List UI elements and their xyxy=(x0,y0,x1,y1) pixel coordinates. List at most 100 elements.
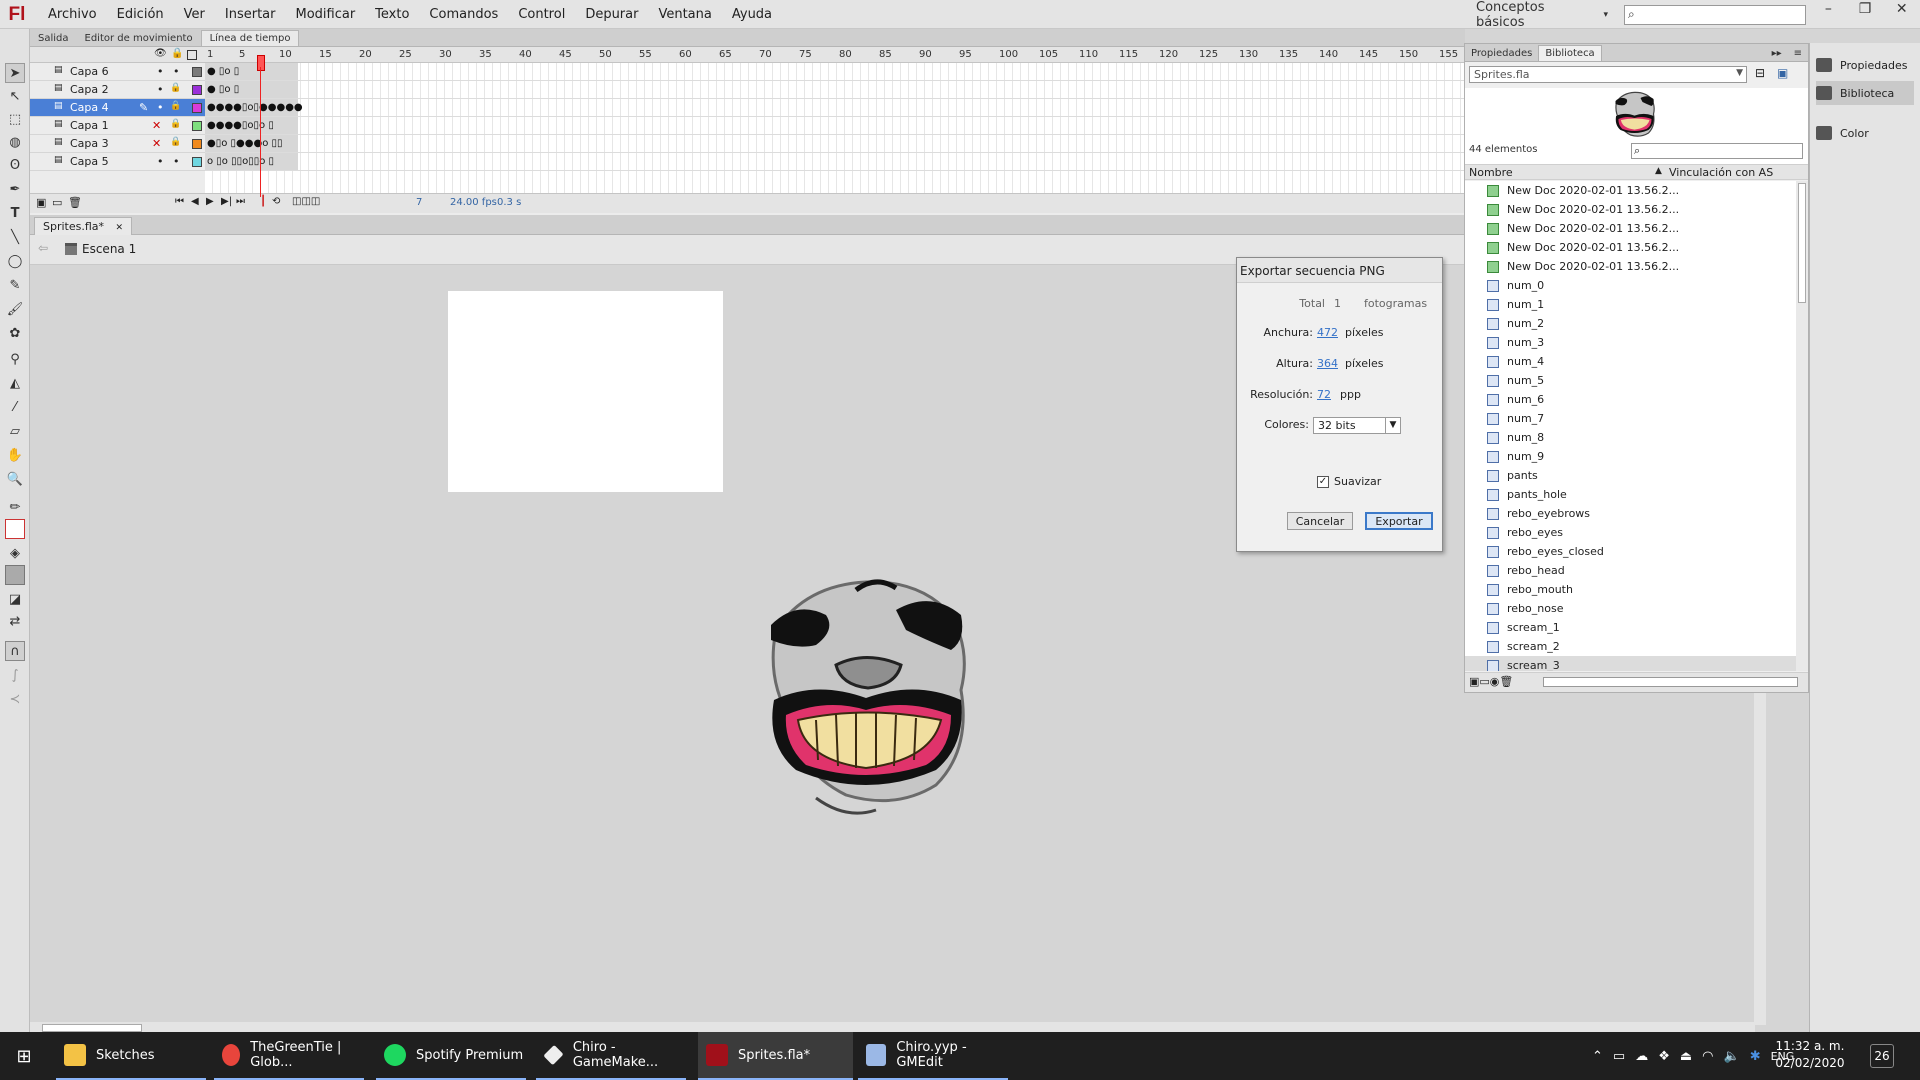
library-item[interactable]: pants xyxy=(1465,466,1796,485)
library-item[interactable]: scream_1 xyxy=(1465,618,1796,637)
smooth-checkbox[interactable]: ✓ xyxy=(1317,476,1329,488)
lock-icon[interactable]: 🔒 xyxy=(170,119,181,129)
library-item[interactable]: New Doc 2020-02-01 13.56.2... xyxy=(1465,238,1796,257)
new-library-icon[interactable]: ▣ xyxy=(1777,66,1788,80)
layer-name[interactable]: Capa 3 xyxy=(70,137,109,150)
tab-linea-tiempo[interactable]: Línea de tiempo xyxy=(200,30,300,46)
straighten-icon[interactable]: ≺ xyxy=(5,689,25,709)
bone-tool-icon[interactable]: ⚲ xyxy=(5,349,25,369)
new-symbol-icon[interactable]: ▣▭◉🗑 xyxy=(1469,675,1513,688)
new-layer-icon[interactable]: ▣ xyxy=(36,196,46,209)
frame-rate[interactable]: 24.00 fps xyxy=(450,197,497,208)
library-item[interactable]: New Doc 2020-02-01 13.56.2... xyxy=(1465,257,1796,276)
menu-comandos[interactable]: Comandos xyxy=(419,7,508,22)
frame-grid[interactable]: ● ▯o ▯ ● ▯o ▯ ●●●●▯o▯●●●●● ●●●●▯o▯o ▯ ●▯o ▯●… xyxy=(205,63,1465,193)
hidden-x-icon[interactable]: ✕ xyxy=(152,119,161,132)
pen-tool-icon[interactable]: ✒ xyxy=(5,179,25,199)
layer-name[interactable]: Capa 4 xyxy=(70,101,109,114)
library-item[interactable]: num_5 xyxy=(1465,371,1796,390)
expand-icon[interactable]: ▸▸ xyxy=(1766,46,1788,61)
snap-magnet-icon[interactable]: ∩ xyxy=(5,641,25,661)
dock-color[interactable]: Color xyxy=(1816,121,1914,145)
library-item[interactable]: rebo_mouth xyxy=(1465,580,1796,599)
pencil-tool-icon[interactable]: ✎ xyxy=(5,275,25,295)
loop-icon[interactable]: ⟲ xyxy=(272,196,280,207)
lock-icon[interactable]: 🔒 xyxy=(170,83,181,93)
resolution-field[interactable]: 72 xyxy=(1317,388,1331,401)
delete-layer-icon[interactable]: 🗑 xyxy=(68,196,82,209)
bluetooth-icon[interactable]: ✱ xyxy=(1750,1049,1761,1064)
hand-tool-icon[interactable]: ✋ xyxy=(5,445,25,465)
library-item[interactable]: num_7 xyxy=(1465,409,1796,428)
col-linkage[interactable]: Vinculación con AS xyxy=(1669,166,1773,179)
scene-label[interactable]: Escena 1 xyxy=(82,242,136,256)
taskbar-chrome[interactable]: TheGreenTie | Glob... xyxy=(214,1032,364,1080)
swap-colors-icon[interactable]: ⇄ xyxy=(5,611,25,631)
library-item[interactable]: scream_3 xyxy=(1465,656,1796,671)
chevron-up-icon[interactable]: ⌃ xyxy=(1592,1049,1603,1064)
library-item[interactable]: num_6 xyxy=(1465,390,1796,409)
library-item[interactable]: num_2 xyxy=(1465,314,1796,333)
eraser-tool-icon[interactable]: ▱ xyxy=(5,421,25,441)
colors-select[interactable]: 32 bits ▼ xyxy=(1313,417,1401,434)
frame-row[interactable]: ●●●●▯o▯●●●●● xyxy=(205,99,1465,117)
library-item[interactable]: rebo_eyes_closed xyxy=(1465,542,1796,561)
frame-row[interactable]: ●●●●▯o▯o ▯ xyxy=(205,117,1465,135)
character-sprite[interactable] xyxy=(756,570,981,820)
layer-name[interactable]: Capa 6 xyxy=(70,65,109,78)
library-vscroll-thumb[interactable] xyxy=(1798,183,1806,303)
menu-ventana[interactable]: Ventana xyxy=(648,7,721,22)
library-item[interactable]: New Doc 2020-02-01 13.56.2... xyxy=(1465,200,1796,219)
first-frame-icon[interactable]: ⏮ xyxy=(175,196,184,207)
cancel-button[interactable]: Cancelar xyxy=(1287,512,1353,530)
subselection-tool-icon[interactable]: ↖ xyxy=(5,86,25,106)
layer-color-swatch[interactable] xyxy=(192,157,202,167)
clock[interactable]: 11:32 a. m. 02/02/2020 xyxy=(1762,1038,1858,1072)
current-frame[interactable]: 7 xyxy=(416,197,422,208)
prev-frame-icon[interactable]: ◀ xyxy=(191,196,199,207)
frame-row[interactable]: ● ▯o ▯ xyxy=(205,63,1465,81)
dock-propiedades[interactable]: Propiedades xyxy=(1816,53,1914,77)
layer-row[interactable]: ▤ Capa 6 • • xyxy=(30,63,205,81)
lock-icon[interactable]: 🔒 xyxy=(171,48,183,59)
wifi-icon[interactable]: ◠ xyxy=(1702,1049,1713,1064)
onion-skin-icon[interactable]: ◫◫◫ xyxy=(292,196,320,207)
keyframes[interactable]: ●▯o ▯●●●o ▯▯ xyxy=(205,135,298,152)
library-item[interactable]: num_3 xyxy=(1465,333,1796,352)
close-tab-icon[interactable]: ✕ xyxy=(116,223,124,233)
width-field[interactable]: 472 xyxy=(1317,326,1338,339)
usb-icon[interactable]: ⏏ xyxy=(1680,1049,1692,1064)
document-tab[interactable]: Sprites.fla* ✕ xyxy=(34,217,133,235)
tab-biblioteca[interactable]: Biblioteca xyxy=(1538,45,1602,61)
eye-icon[interactable]: 👁 xyxy=(154,48,167,59)
workspace-switcher[interactable]: Conceptos básicos ▾ xyxy=(1476,0,1608,30)
library-item[interactable]: num_4 xyxy=(1465,352,1796,371)
menu-modificar[interactable]: Modificar xyxy=(285,7,365,22)
new-folder-icon[interactable]: ▭ xyxy=(52,196,62,209)
lock-dot[interactable]: • xyxy=(173,155,180,168)
sort-icon[interactable]: ▲ xyxy=(1655,166,1662,176)
menu-ayuda[interactable]: Ayuda xyxy=(722,7,782,22)
menu-edicion[interactable]: Edición xyxy=(107,7,174,22)
volume-icon[interactable]: 🔈 xyxy=(1724,1049,1740,1064)
back-arrow-icon[interactable]: ⇦ xyxy=(38,241,48,255)
selection-tool-icon[interactable]: ➤ xyxy=(5,63,25,83)
library-item[interactable]: num_8 xyxy=(1465,428,1796,447)
lock-icon[interactable]: 🔒 xyxy=(170,137,181,147)
menu-control[interactable]: Control xyxy=(508,7,575,22)
layer-row[interactable]: ▤ Capa 5 • • xyxy=(30,153,205,171)
library-item[interactable]: num_0 xyxy=(1465,276,1796,295)
eyedropper-tool-icon[interactable]: ⁄ xyxy=(5,397,25,417)
taskbar-gamemaker[interactable]: Chiro - GameMake... xyxy=(536,1032,686,1080)
menu-insertar[interactable]: Insertar xyxy=(215,7,286,22)
menu-ver[interactable]: Ver xyxy=(174,7,215,22)
visibility-dot[interactable]: • xyxy=(157,101,164,114)
free-transform-tool-icon[interactable]: ⬚ xyxy=(5,109,25,129)
frame-row[interactable]: ●▯o ▯●●●o ▯▯ xyxy=(205,135,1465,153)
stage[interactable] xyxy=(448,291,723,492)
library-item[interactable]: New Doc 2020-02-01 13.56.2... xyxy=(1465,181,1796,200)
taskbar-gmedit[interactable]: Chiro.yyp - GMEdit xyxy=(858,1032,1008,1080)
menu-depurar[interactable]: Depurar xyxy=(575,7,648,22)
dropbox-icon[interactable]: ❖ xyxy=(1658,1049,1670,1064)
library-item[interactable]: pants_hole xyxy=(1465,485,1796,504)
